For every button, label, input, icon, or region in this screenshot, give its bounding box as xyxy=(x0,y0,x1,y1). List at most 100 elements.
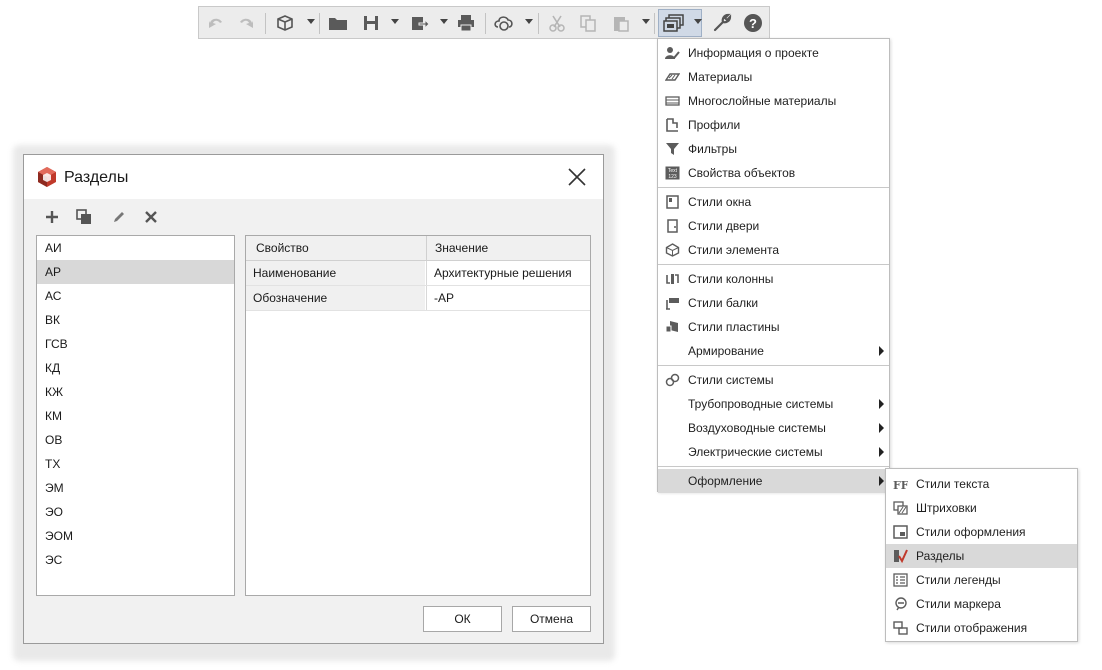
ok-button[interactable]: ОК xyxy=(423,606,502,632)
submenu-item-display-styles[interactable]: Стили отображения xyxy=(886,616,1077,640)
menu-item-multilayer-materials[interactable]: Многослойные материалы xyxy=(658,89,889,113)
duplicate-icon[interactable] xyxy=(74,207,94,227)
submenu-arrow-icon xyxy=(879,423,884,433)
sections-list[interactable]: АИ АР АС ВК ГСВ КД КЖ КМ ОВ ТХ ЭМ ЭО ЭОМ ЭС xyxy=(36,235,235,596)
grid-cell-value[interactable]: Архитектурные решения xyxy=(426,261,590,285)
save-icon[interactable] xyxy=(359,11,383,35)
styles-dropdown-icon[interactable] xyxy=(694,19,702,24)
multilayer-materials-icon xyxy=(665,96,680,106)
menu-item-duct-systems[interactable]: Воздуховодные системы xyxy=(658,416,889,440)
menu-item-beam-styles[interactable]: Стили балки xyxy=(658,291,889,315)
menu-item-window-styles[interactable]: Стили окна xyxy=(658,190,889,214)
menu-item-object-properties[interactable]: Text 123 Свойства объектов xyxy=(658,161,889,185)
properties-grid: Свойство Значение Наименование Архитекту… xyxy=(245,235,591,596)
cut-icon[interactable] xyxy=(545,11,569,35)
menu-item-label: Армирование xyxy=(688,344,764,358)
menu-item-label: Оформление xyxy=(688,474,763,488)
sync-icon[interactable] xyxy=(492,11,516,35)
print-icon[interactable] xyxy=(454,11,478,35)
menu-item-column-styles[interactable]: Стили колонны xyxy=(658,267,889,291)
main-toolbar: ? xyxy=(198,6,770,39)
grid-row-designation[interactable]: Обозначение -АР xyxy=(246,286,590,311)
grid-cell-value[interactable]: -АР xyxy=(426,286,590,310)
list-item[interactable]: КЖ xyxy=(37,380,234,404)
list-item[interactable]: ЭС xyxy=(37,548,234,572)
help-icon[interactable]: ? xyxy=(741,11,765,35)
menu-item-element-styles[interactable]: Стили элемента xyxy=(658,238,889,262)
delete-icon[interactable] xyxy=(141,207,161,227)
list-item[interactable]: АР xyxy=(37,260,234,284)
list-item[interactable]: АИ xyxy=(37,236,234,260)
list-item[interactable]: ЭМ xyxy=(37,476,234,500)
display-styles-icon xyxy=(893,621,908,635)
menu-item-label: Стили элемента xyxy=(688,243,780,257)
svg-text:123: 123 xyxy=(668,174,677,180)
3d-view-dropdown-icon[interactable] xyxy=(307,19,315,24)
list-item[interactable]: КМ xyxy=(37,404,234,428)
menu-item-label: Стили легенды xyxy=(916,573,1001,587)
element-styles-icon xyxy=(665,243,680,257)
copy-icon[interactable] xyxy=(576,11,600,35)
paste-dropdown-icon[interactable] xyxy=(642,19,650,24)
submenu-item-design-styles[interactable]: Стили оформления xyxy=(886,520,1077,544)
window-styles-icon xyxy=(666,195,679,209)
menu-item-label: Штриховки xyxy=(916,501,977,515)
dialog-titlebar[interactable]: Разделы xyxy=(24,155,603,199)
menu-item-system-styles[interactable]: Стили системы xyxy=(658,368,889,392)
menu-item-reinforcement[interactable]: Армирование xyxy=(658,339,889,363)
menu-item-label: Стили балки xyxy=(688,296,759,310)
submenu-item-sections[interactable]: Разделы xyxy=(886,544,1077,568)
add-icon[interactable] xyxy=(42,207,62,227)
redo-icon[interactable] xyxy=(234,11,258,35)
export-dropdown-icon[interactable] xyxy=(440,19,448,24)
paste-icon[interactable] xyxy=(609,11,633,35)
list-item[interactable]: АС xyxy=(37,284,234,308)
design-submenu: FF Стили текста Штриховки Стили оформлен… xyxy=(885,468,1078,642)
menu-item-label: Стили маркера xyxy=(916,597,1001,611)
submenu-item-marker-styles[interactable]: Стили маркера xyxy=(886,592,1077,616)
open-folder-icon[interactable] xyxy=(326,11,350,35)
column-styles-icon xyxy=(666,274,679,284)
menu-item-materials[interactable]: Материалы xyxy=(658,65,889,89)
menu-item-pipe-systems[interactable]: Трубопроводные системы xyxy=(658,392,889,416)
list-item[interactable]: ТХ xyxy=(37,452,234,476)
beam-styles-icon xyxy=(666,298,679,310)
styles-dropdown-menu: Информация о проекте Материалы Многослой… xyxy=(657,38,890,493)
list-item[interactable]: КД xyxy=(37,356,234,380)
export-icon[interactable] xyxy=(408,11,432,35)
dialog-title: Разделы xyxy=(64,169,129,186)
sections-dialog: Разделы АИ АР АС ВК ГСВ КД КЖ КМ ОВ ТХ ЭМ ЭО ЭОМ ЭС С… xyxy=(23,154,604,644)
grid-row-name[interactable]: Наименование Архитектурные решения xyxy=(246,261,590,286)
submenu-item-hatching[interactable]: Штриховки xyxy=(886,496,1077,520)
list-item[interactable]: ЭО xyxy=(37,500,234,524)
cancel-button[interactable]: Отмена xyxy=(512,606,591,632)
submenu-item-legend-styles[interactable]: Стили легенды xyxy=(886,568,1077,592)
door-styles-icon xyxy=(667,219,678,233)
3d-view-icon[interactable] xyxy=(273,11,297,35)
menu-item-project-info[interactable]: Информация о проекте xyxy=(658,41,889,65)
menu-item-design[interactable]: Оформление xyxy=(658,469,889,493)
save-dropdown-icon[interactable] xyxy=(391,19,399,24)
list-item[interactable]: ОВ xyxy=(37,428,234,452)
menu-item-label: Стили оформления xyxy=(916,525,1026,539)
list-item[interactable]: ЭОМ xyxy=(37,524,234,548)
list-item[interactable]: ВК xyxy=(37,308,234,332)
close-icon[interactable] xyxy=(567,167,587,187)
list-item[interactable]: ГСВ xyxy=(37,332,234,356)
grid-header-value[interactable]: Значение xyxy=(427,236,488,260)
menu-item-plate-styles[interactable]: Стили пластины xyxy=(658,315,889,339)
menu-item-profiles[interactable]: Профили xyxy=(658,113,889,137)
menu-item-door-styles[interactable]: Стили двери xyxy=(658,214,889,238)
sync-dropdown-icon[interactable] xyxy=(525,19,533,24)
menu-item-filters[interactable]: Фильтры xyxy=(658,137,889,161)
system-styles-icon xyxy=(665,373,680,387)
edit-icon[interactable] xyxy=(109,207,129,227)
submenu-item-text-styles[interactable]: FF Стили текста xyxy=(886,472,1077,496)
menu-item-electrical-systems[interactable]: Электрические системы xyxy=(658,440,889,464)
styles-icon[interactable] xyxy=(662,11,686,35)
text-styles-icon: FF xyxy=(893,479,908,491)
menu-item-label: Информация о проекте xyxy=(688,46,819,60)
undo-icon[interactable] xyxy=(204,11,228,35)
wrench-icon[interactable] xyxy=(710,11,734,35)
grid-header-property[interactable]: Свойство xyxy=(248,236,309,260)
